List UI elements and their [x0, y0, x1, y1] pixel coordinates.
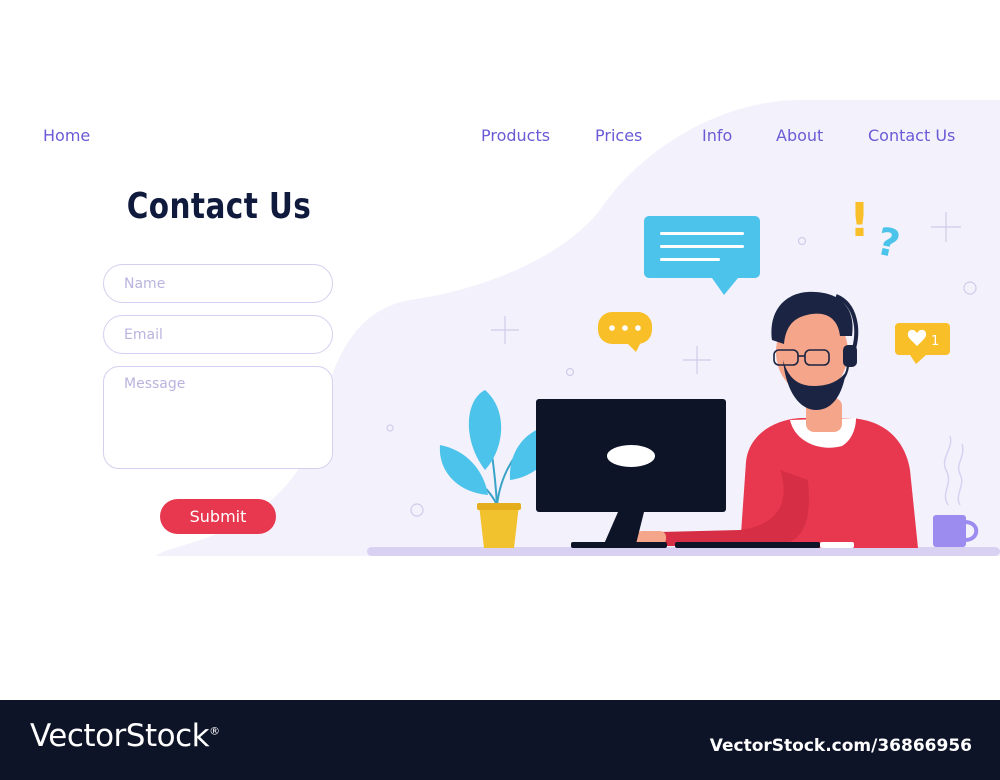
support-agent-illustration: ! ? 1 — [367, 193, 1000, 556]
typing-bubble-icon — [598, 312, 652, 352]
question-icon: ? — [873, 219, 904, 267]
sparkle-icon — [931, 212, 961, 242]
chat-bubble-icon — [644, 216, 760, 295]
decor-dot — [963, 281, 977, 295]
svg-text:1: 1 — [931, 334, 939, 349]
decor-dot — [386, 424, 394, 432]
desk — [367, 547, 1000, 556]
watermark-logo: VectorStock® — [30, 718, 220, 754]
exclamation-icon: ! — [849, 193, 870, 247]
coffee-mug-icon — [933, 435, 979, 547]
landing-page: Home Products Prices Info About Contact … — [0, 0, 1000, 700]
watermark-id: VectorStock.com/36866956 — [709, 736, 972, 756]
decor-dot — [410, 503, 424, 517]
sparkle-icon — [491, 316, 519, 344]
like-notification-icon: 1 — [895, 323, 950, 364]
decor-dot — [797, 236, 807, 246]
decor-dot — [565, 367, 575, 377]
sparkle-icon — [683, 346, 711, 374]
